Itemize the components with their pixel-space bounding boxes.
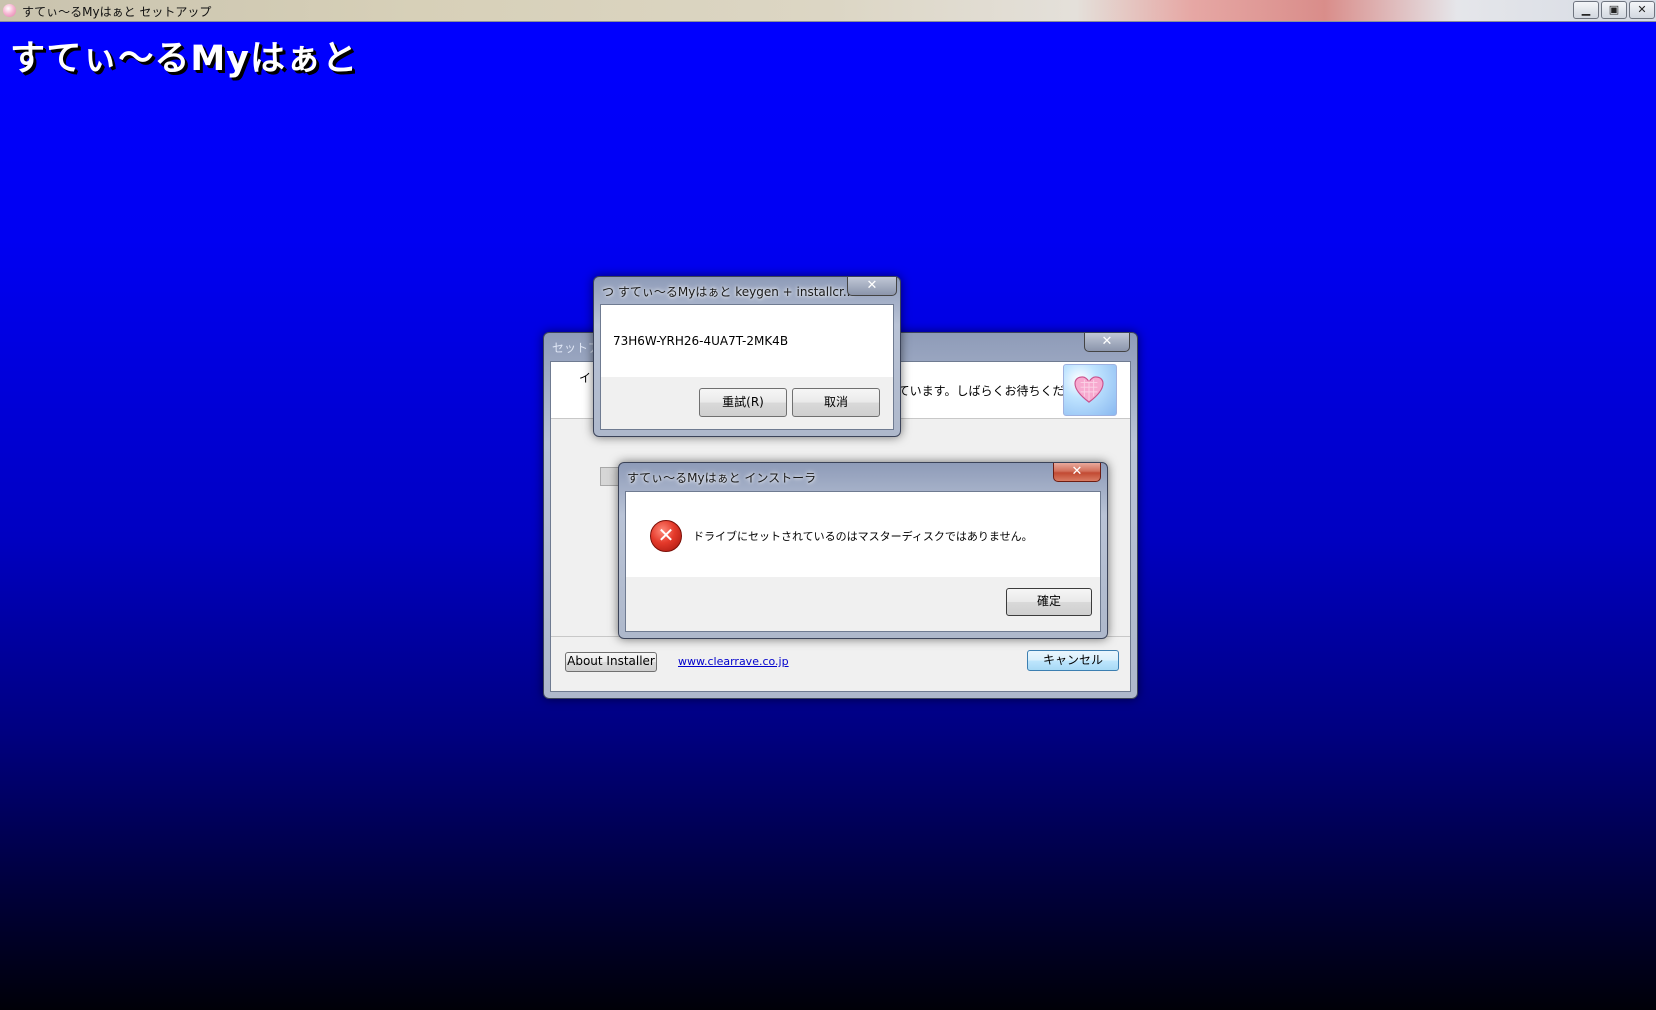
keygen-close-button[interactable]: ✕ (847, 277, 897, 296)
error-close-button[interactable]: ✕ (1053, 463, 1101, 482)
app-heading: すてぃ～るMyはぁと (10, 39, 358, 79)
setup-logo (1063, 364, 1117, 416)
keygen-client-area: 73H6W-YRH26-4UA7T-2MK4B 重試(R) 取消 (600, 304, 894, 430)
error-message-area: ✕ ドライブにセットされているのはマスターディスクではありません。 (626, 492, 1100, 577)
error-dialog: すてぃ～るMyはぁと インストーラ ✕ ✕ ドライブにセットされているのはマスタ… (618, 462, 1108, 639)
error-dialog-title: すてぃ～るMyはぁと インストーラ (627, 471, 817, 485)
about-installer-button[interactable]: About Installer (565, 652, 657, 672)
setup-close-button[interactable]: ✕ (1084, 333, 1130, 352)
maximize-button[interactable]: ▣ (1601, 1, 1627, 19)
ok-button[interactable]: 確定 (1006, 588, 1092, 616)
error-client-area: ✕ ドライブにセットされているのはマスターディスクではありません。 確定 (625, 491, 1101, 632)
setup-cancel-button[interactable]: キャンセル (1027, 650, 1119, 671)
error-message-text: ドライブにセットされているのはマスターディスクではありません。 (693, 530, 1033, 543)
keygen-cancel-button[interactable]: 取消 (792, 388, 880, 417)
setup-header-text: しています。しばらくお待ちくだ (886, 384, 1065, 398)
setup-header-text-left: イ (579, 371, 592, 385)
heart-icon (1074, 376, 1104, 403)
error-icon: ✕ (650, 520, 682, 552)
keygen-dialog-title: つ すてぃ～るMyはぁと keygen + installcr... (602, 285, 855, 299)
clearrave-link[interactable]: www.clearrave.co.jp (678, 655, 789, 668)
retry-button[interactable]: 重試(R) (699, 388, 787, 417)
keygen-message-area: 73H6W-YRH26-4UA7T-2MK4B (601, 305, 893, 377)
minimize-button[interactable]: ▁ (1573, 1, 1599, 19)
serial-key-text: 73H6W-YRH26-4UA7T-2MK4B (613, 334, 789, 348)
main-titlebar: すてぃ～るMyはぁと セットアップ ▁ ▣ ✕ (0, 0, 1656, 22)
keygen-dialog: つ すてぃ～るMyはぁと keygen + installcr... ✕ 73H… (593, 276, 901, 437)
app-icon (3, 4, 16, 17)
main-close-button[interactable]: ✕ (1629, 1, 1655, 19)
main-window-title: すてぃ～るMyはぁと セットアップ (22, 5, 212, 19)
